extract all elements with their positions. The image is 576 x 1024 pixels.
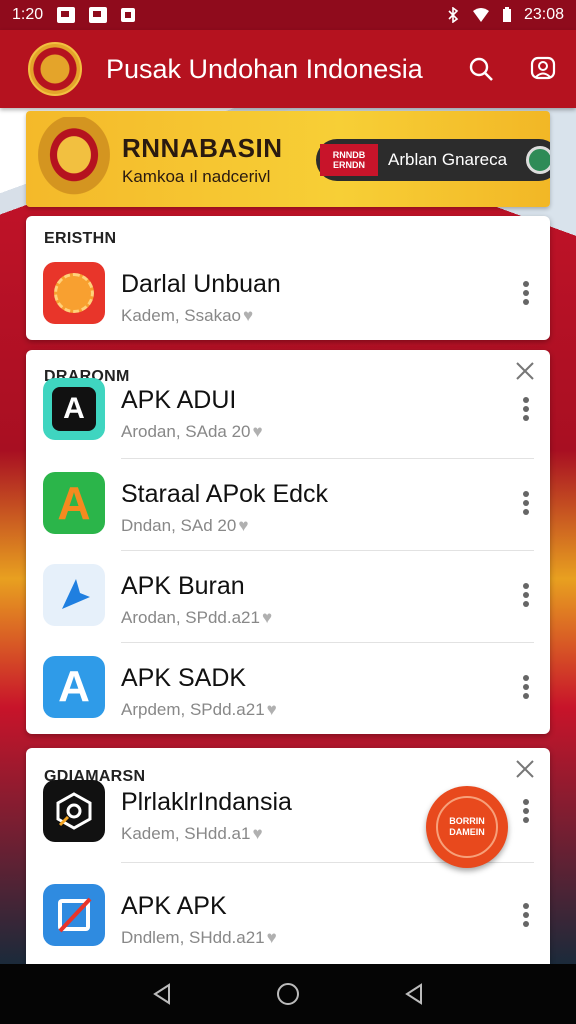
app-icon — [43, 564, 105, 626]
app-name: APK APK — [121, 892, 227, 920]
app-icon — [43, 780, 105, 842]
notification-icon — [57, 7, 76, 23]
app-meta: Arodan, SPdd.a21 ♥ — [121, 608, 273, 627]
app-name: PlrlaklrIndansia — [121, 788, 292, 816]
list-item[interactable]: A APK SADK Arpdem, SPdd.a21 ♥ — [26, 644, 550, 736]
heart-icon: ♥ — [243, 306, 254, 325]
app-meta: Dndlem, SHdd.a21 ♥ — [121, 928, 277, 947]
list-item[interactable]: APK APK Dndlem, SHdd.a21 ♥ — [26, 872, 550, 964]
heart-icon: ♥ — [266, 928, 277, 947]
more-vert-icon[interactable] — [522, 396, 530, 422]
app-icon: A — [43, 378, 105, 440]
app-icon — [43, 884, 105, 946]
more-vert-icon[interactable] — [522, 280, 530, 306]
status-clock: 23:08 — [523, 6, 564, 23]
app-name: APK Buran — [121, 572, 245, 600]
home-icon[interactable] — [276, 982, 300, 1006]
heart-icon: ♥ — [266, 700, 277, 719]
app-meta: Kadem, SHdd.a1 ♥ — [121, 824, 263, 843]
garuda-emblem — [32, 117, 116, 201]
app-icon: A — [43, 472, 105, 534]
app-bar: Pusak Undohan Indonesia — [0, 30, 576, 108]
more-vert-icon[interactable] — [522, 798, 530, 824]
more-vert-icon[interactable] — [522, 674, 530, 700]
list-item[interactable]: APK Buran Arodan, SPdd.a21 ♥ — [26, 552, 550, 644]
search-icon[interactable] — [466, 54, 496, 84]
app-name: APK ADUI — [121, 386, 237, 414]
list-item[interactable]: A Staraal APok Edck Dndan, SAd 20 ♥ — [26, 460, 550, 552]
app-name: Staraal APok Edck — [121, 480, 329, 508]
section-card: DRARONM A APK ADUI Arodan, SAda 20 ♥ A St… — [26, 350, 550, 734]
app-meta: Arodan, SAda 20 ♥ — [121, 422, 263, 441]
divider — [121, 642, 534, 643]
status-time: 1:20 — [12, 6, 44, 23]
more-vert-icon[interactable] — [522, 490, 530, 516]
app-meta: Dndan, SAd 20 ♥ — [121, 516, 249, 535]
banner-headline: RNNABASIN — [122, 133, 283, 163]
list-item[interactable]: Darlal Unbuan Kadem, Ssakao ♥ — [26, 250, 550, 342]
wifi-icon — [472, 8, 489, 22]
bluetooth-icon — [448, 7, 459, 23]
section-card: ERISTHN Darlal Unbuan Kadem, Ssakao ♥ — [26, 216, 550, 340]
app-title: Pusak Undohan Indonesia — [106, 53, 423, 84]
promo-badge-text: BORRIN DAMEIN — [436, 796, 498, 858]
banner-cta-label: Arblan Gnareca — [388, 150, 508, 169]
app-icon — [43, 262, 105, 324]
battery-icon — [502, 7, 511, 22]
garuda-logo — [28, 42, 82, 96]
divider — [121, 458, 534, 459]
banner-subline: Kamkoa ıl nadcerivl — [122, 167, 271, 186]
notification-icon — [121, 8, 136, 22]
heart-icon: ♥ — [252, 422, 263, 441]
promo-banner[interactable]: RNNABASIN Kamkoa ıl nadcerivl RNNDB ERND… — [26, 111, 550, 207]
list-item[interactable]: A APK ADUI Arodan, SAda 20 ♥ — [26, 366, 550, 458]
back-icon[interactable] — [151, 983, 173, 1005]
app-name: APK SADK — [121, 664, 247, 692]
heart-icon: ♥ — [238, 516, 249, 535]
banner-cta-button[interactable]: RNNDB ERNDN Arblan Gnareca — [316, 139, 550, 181]
app-meta: Kadem, Ssakao ♥ — [121, 306, 254, 325]
heart-icon: ♥ — [261, 608, 273, 627]
status-bar: 1:20 23:08 — [0, 0, 576, 30]
app-meta: Arpdem, SPdd.a21 ♥ — [121, 700, 277, 719]
app-icon: A — [43, 656, 105, 718]
divider — [121, 550, 534, 551]
recents-icon[interactable] — [403, 983, 425, 1005]
more-vert-icon[interactable] — [522, 902, 530, 928]
banner-cta-tag: RNNDB ERNDN — [320, 144, 378, 176]
go-icon — [526, 146, 550, 174]
profile-icon[interactable] — [528, 54, 558, 84]
notification-icon — [89, 7, 108, 23]
heart-icon: ♥ — [252, 824, 263, 843]
section-header: ERISTHN — [44, 230, 117, 247]
app-name: Darlal Unbuan — [121, 270, 281, 298]
system-nav-bar — [0, 964, 576, 1024]
promo-badge-button[interactable]: BORRIN DAMEIN — [426, 786, 508, 868]
more-vert-icon[interactable] — [522, 582, 530, 608]
